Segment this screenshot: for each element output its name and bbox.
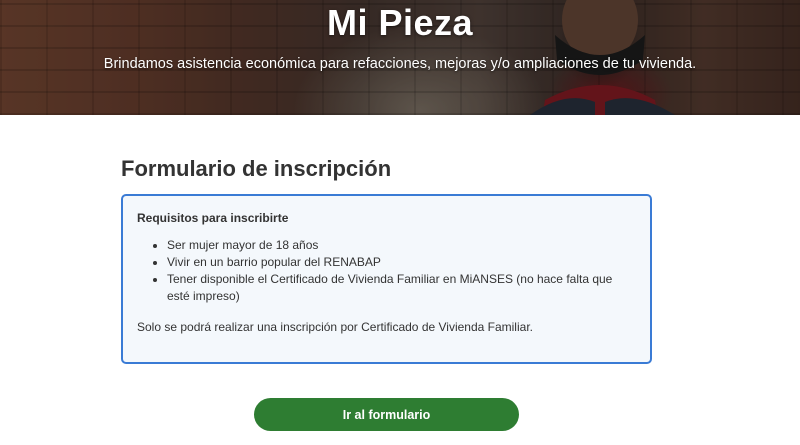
- page-title: Mi Pieza: [326, 2, 474, 43]
- requirement-item: Tener disponible el Certificado de Vivie…: [167, 271, 636, 305]
- requirements-note: Solo se podrá realizar una inscripción p…: [137, 320, 533, 334]
- requirement-item: Ser mujer mayor de 18 años: [167, 237, 636, 254]
- requirement-item: Vivir en un barrio popular del RENABAP: [167, 254, 636, 271]
- hero-banner: Mi Pieza Brindamos asistencia económica …: [0, 0, 800, 115]
- requirements-title: Requisitos para inscribirte: [137, 211, 289, 225]
- go-to-form-button[interactable]: Ir al formulario: [254, 398, 519, 431]
- form-title: Formulario de inscripción: [121, 156, 392, 181]
- requirements-box: Requisitos para inscribirte Ser mujer ma…: [121, 194, 652, 364]
- main-content: Formulario de inscripción Requisitos par…: [121, 115, 652, 364]
- page-subtitle: Brindamos asistencia económica para refa…: [103, 56, 697, 72]
- requirements-list: Ser mujer mayor de 18 años Vivir en un b…: [137, 237, 636, 305]
